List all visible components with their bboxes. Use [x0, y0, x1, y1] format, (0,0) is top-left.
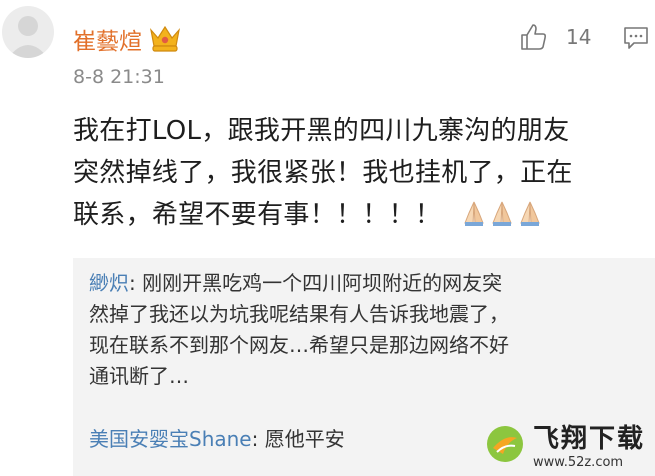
comment-icon[interactable] — [622, 24, 650, 52]
thumbs-up-icon — [521, 24, 547, 50]
reply-username[interactable]: 緲炽 — [89, 271, 129, 295]
like-button[interactable]: 14 — [518, 22, 591, 52]
comment-line: 联系，希望不要有事！！！！！ — [73, 194, 648, 240]
reply-text: 愿他平安 — [264, 427, 345, 451]
comment-line: 我在打LOL，跟我开黑的四川九寨沟的朋友 — [73, 116, 570, 146]
comment-text: 我在打LOL，跟我开黑的四川九寨沟的朋友 突然掉线了，我很紧张！我也挂机了，正在… — [73, 110, 648, 240]
reply-item[interactable]: 美国安婴宝Shane: 愿他平安 — [89, 424, 345, 455]
prayer-emoji-group — [460, 198, 544, 240]
default-avatar-icon — [8, 16, 48, 58]
reply-text: 刚刚开黑吃鸡一个四川阿坝附近的网友突然掉了我还以为坑我呢结果有人告诉我地震了，现… — [89, 271, 509, 388]
watermark-url: www.52z.com — [532, 455, 624, 470]
watermark: 飞翔下载 www.52z.com — [485, 418, 645, 470]
watermark-title: 飞翔下载 — [532, 424, 645, 454]
folded-hands-icon — [520, 201, 540, 226]
reply-username[interactable]: 美国安婴宝Shane — [89, 427, 252, 451]
username-text: 崔藝煊 — [73, 29, 142, 55]
reply-item[interactable]: 緲炽: 刚刚开黑吃鸡一个四川阿坝附近的网友突然掉了我还以为坑我呢结果有人告诉我地… — [89, 268, 509, 392]
like-count: 14 — [566, 25, 592, 49]
folded-hands-icon — [464, 201, 484, 226]
watermark-logo-icon — [486, 426, 523, 462]
comment-username[interactable]: 崔藝煊 — [73, 22, 182, 56]
crown-badge-icon — [150, 25, 180, 52]
avatar[interactable] — [2, 6, 54, 58]
comment-line: 突然掉线了，我很紧张！我也挂机了，正在 — [73, 158, 573, 188]
comment-timestamp: 8-8 21:31 — [73, 66, 165, 88]
folded-hands-icon — [492, 201, 512, 226]
